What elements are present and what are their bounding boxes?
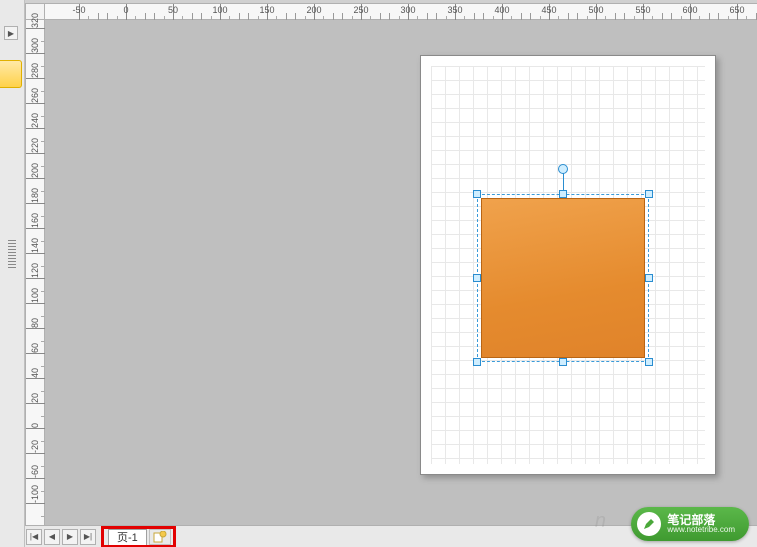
ruler-h-label: 450	[541, 5, 556, 15]
shape-category-fragment[interactable]	[0, 60, 22, 88]
resize-handle[interactable]	[473, 358, 481, 366]
selected-rectangle-shape[interactable]	[481, 198, 645, 358]
tab-nav-first-button[interactable]: |◀	[26, 529, 42, 545]
ruler-v-label: 260	[30, 88, 40, 103]
tab-nav-prev-button[interactable]: ◀	[44, 529, 60, 545]
watermark-pencil-icon	[637, 512, 661, 536]
ruler-v-label: 100	[30, 288, 40, 303]
ruler-v-label: -20	[30, 440, 40, 453]
ruler-v-label: 240	[30, 113, 40, 128]
watermark-text: 笔记部落 www.notetribe.com	[667, 514, 735, 534]
ruler-v-label: 0	[30, 423, 40, 428]
watermark-badge: 笔记部落 www.notetribe.com	[631, 507, 749, 541]
ruler-h-label: 550	[635, 5, 650, 15]
drawing-page[interactable]	[420, 55, 716, 475]
new-page-icon	[153, 531, 167, 543]
ruler-v-label: 300	[30, 38, 40, 53]
resize-handle[interactable]	[645, 190, 653, 198]
ruler-v-label: 200	[30, 163, 40, 178]
ruler-v-label: 80	[30, 318, 40, 328]
ruler-v-label: 120	[30, 263, 40, 278]
watermark-sub: www.notetribe.com	[667, 526, 735, 534]
sidebar-resize-handle[interactable]	[8, 240, 16, 270]
tab-nav-next-button[interactable]: ▶	[62, 529, 78, 545]
ruler-h-label: -50	[72, 5, 85, 15]
ruler-h-label: 150	[259, 5, 274, 15]
horizontal-ruler[interactable]: -50 0 50 100 150 200 250 300 350 400 450 500 550 600 6…	[45, 3, 757, 20]
ruler-h-label: 50	[168, 5, 178, 15]
tab-nav-last-button[interactable]: ▶|	[80, 529, 96, 545]
ruler-v-label: 160	[30, 213, 40, 228]
ruler-v-label: 220	[30, 138, 40, 153]
ruler-v-label: 40	[30, 368, 40, 378]
resize-handle[interactable]	[559, 190, 567, 198]
rotation-handle-icon[interactable]	[558, 164, 568, 174]
drawing-workspace[interactable]	[45, 20, 757, 525]
ruler-v-label: 140	[30, 238, 40, 253]
ruler-v-label: 320	[30, 13, 40, 28]
ruler-h-label: 650	[729, 5, 744, 15]
shapes-sidebar: ▶	[0, 0, 25, 547]
insert-page-button[interactable]	[149, 529, 171, 545]
ruler-h-label: 400	[494, 5, 509, 15]
resize-handle[interactable]	[559, 358, 567, 366]
page-tab-1[interactable]: 页-1	[108, 529, 147, 545]
ruler-h-label: 0	[123, 5, 128, 15]
ruler-v-label: 20	[30, 393, 40, 403]
resize-handle[interactable]	[645, 358, 653, 366]
ruler-h-label: 250	[353, 5, 368, 15]
highlighted-tab-area: 页-1	[101, 526, 176, 547]
ruler-v-label: 60	[30, 343, 40, 353]
ruler-v-label: -60	[30, 465, 40, 478]
ruler-h-label: 100	[212, 5, 227, 15]
ruler-h-label: 500	[588, 5, 603, 15]
pan-arrow-icon[interactable]: ▶	[4, 26, 18, 40]
page-grid	[431, 66, 705, 464]
ruler-h-label: 300	[400, 5, 415, 15]
resize-handle[interactable]	[645, 274, 653, 282]
ruler-v-label: -100	[30, 485, 40, 503]
resize-handle[interactable]	[473, 274, 481, 282]
vertical-ruler[interactable]: 3203002802602402202001801601401201008060…	[25, 20, 45, 525]
ruler-h-label: 350	[447, 5, 462, 15]
ruler-h-label: 600	[682, 5, 697, 15]
ruler-h-label: 200	[306, 5, 321, 15]
ruler-v-label: 180	[30, 188, 40, 203]
app-root: ▶ -5005010015020025030035040045050055060…	[0, 0, 757, 547]
resize-handle[interactable]	[473, 190, 481, 198]
ruler-v-label: 280	[30, 63, 40, 78]
